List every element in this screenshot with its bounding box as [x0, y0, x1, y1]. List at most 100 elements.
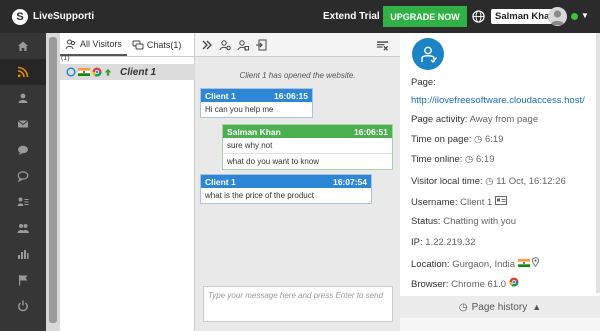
page-url-link[interactable]: http://ilovefreesoftware.cloudaccess.hos… [411, 95, 585, 106]
message-time: 16:06:15 [273, 90, 308, 101]
tab-all-visitors-label: All Visitors [80, 38, 122, 49]
sidebar-item-mail[interactable] [0, 111, 46, 137]
app-name: LiveSupporti [33, 11, 95, 22]
sidebar-item-group[interactable] [0, 215, 46, 241]
chat-icon [18, 145, 28, 155]
user-avatar[interactable] [548, 7, 567, 26]
id-card-icon[interactable] [494, 196, 507, 205]
avatar-icon [550, 10, 565, 25]
india-flag-icon [517, 259, 530, 267]
app-logo[interactable]: S LiveSupporti [12, 8, 95, 25]
username-row: Username: Client 1 [411, 196, 507, 208]
time-on-page-label: Time on page: [411, 134, 472, 145]
message-header: Salman Khan 16:06:51 [223, 125, 392, 138]
system-message: Client 1 has opened the website. [239, 71, 356, 80]
tab-chats[interactable]: Chats(1) [127, 33, 187, 56]
page-history-label: Page history [471, 301, 528, 313]
location-label: Location: [411, 259, 450, 270]
page-label: Page: [411, 77, 436, 88]
online-status-dot [571, 13, 578, 20]
globe-icon[interactable] [472, 10, 485, 23]
comment-icon [17, 171, 29, 182]
export-icon [255, 39, 266, 50]
sidebar-item-comment[interactable] [0, 163, 46, 189]
message-text: Hi can you help me [205, 105, 274, 114]
user-list-icon [17, 197, 29, 206]
message-sender: Salman Khan [227, 126, 281, 137]
username-label: Username: [411, 197, 458, 208]
chat-message: Client 1 16:06:15 Hi can you help me [200, 88, 313, 118]
bar-chart-icon [18, 250, 29, 259]
transfer-button[interactable] [200, 38, 213, 51]
sidebar-item-home[interactable] [0, 33, 46, 59]
sidebar-item-power[interactable] [0, 293, 46, 319]
sidebar-scrollbar-thumb[interactable] [49, 37, 57, 323]
export-button[interactable] [254, 38, 267, 51]
arrow-up-icon [104, 68, 112, 76]
browser-label: Browser: [411, 279, 449, 290]
upgrade-now-button[interactable]: UPGRADE NOW [383, 6, 467, 27]
extend-trial-link[interactable]: Extend Trial [323, 11, 380, 22]
visitor-avatar [412, 38, 444, 70]
sidebar-item-chat[interactable] [0, 137, 46, 163]
message-time: 16:07:54 [332, 176, 367, 187]
time-online-label: Time online: [411, 154, 463, 165]
time-on-page-row: Time on page: ◷ 6:19 [411, 134, 503, 145]
user-menu-caret-icon[interactable]: ▼ [581, 11, 589, 20]
local-time-label: Visitor local time: [411, 176, 483, 187]
visitor-info-panel: Page: http://ilovefreesoftware.cloudacce… [400, 33, 600, 331]
sidebar-scrollbar[interactable] [46, 33, 60, 331]
chats-icon [132, 40, 144, 49]
visitors-panel: All Visitors Chats(1) (1) Client 1 [60, 33, 195, 331]
sidebar-item-rss[interactable] [0, 59, 46, 85]
chat-toolbar [195, 33, 400, 57]
user-gear-icon [237, 39, 249, 50]
visitors-icon [65, 39, 76, 49]
username-value: Client 1 [460, 197, 493, 208]
chrome-icon [509, 277, 519, 287]
info-scrollbar[interactable] [596, 33, 600, 293]
flag-icon [19, 275, 28, 286]
page-activity-value: Away from page [469, 114, 539, 125]
message-text: sure why not [227, 141, 273, 150]
visitor-row[interactable]: Client 1 [60, 64, 195, 80]
time-online-row: Time online: ◷ 6:19 [411, 154, 494, 165]
chat-panel: Client 1 has opened the website. Client … [195, 33, 400, 331]
sidebar-item-user-list[interactable] [0, 189, 46, 215]
users-icon [18, 93, 28, 103]
top-bar: S LiveSupporti Extend Trial UPGRADE NOW … [0, 0, 600, 33]
invite-user-button[interactable] [218, 38, 231, 51]
logo-icon: S [12, 8, 28, 25]
chevron-up-icon: ▲ [532, 302, 542, 312]
visitor-tabs: All Visitors Chats(1) [60, 33, 194, 57]
home-icon [18, 41, 28, 51]
visitor-name: Client 1 [120, 66, 157, 78]
local-time-value: 11 Oct, 16:12:26 [496, 176, 566, 187]
message-sender: Client 1 [205, 176, 236, 187]
close-chat-button[interactable] [376, 39, 389, 52]
page-activity-label: Page activity: [411, 114, 468, 125]
map-pin-icon[interactable] [532, 257, 540, 268]
user-settings-button[interactable] [236, 38, 249, 51]
visitor-profile-icon [421, 46, 438, 63]
message-header: Client 1 16:07:54 [201, 175, 371, 188]
chat-message: Salman Khan 16:06:51 sure why not what d… [222, 124, 393, 170]
sidebar-item-flag[interactable] [0, 267, 46, 293]
page-history-toggle[interactable]: ◷ Page history ▲ [400, 296, 600, 318]
bottom-strip [400, 318, 600, 331]
page-url[interactable]: http://ilovefreesoftware.cloudaccess.hos… [411, 95, 585, 106]
message-input[interactable]: Type your message here and press Enter t… [203, 286, 393, 322]
tab-all-visitors[interactable]: All Visitors [60, 33, 127, 56]
mail-icon [17, 120, 29, 128]
user-add-icon [219, 39, 231, 50]
close-chat-icon [376, 40, 389, 51]
time-online-value: 6:19 [475, 154, 495, 165]
sidebar-item-reports[interactable] [0, 241, 46, 267]
status-row: Status: Chatting with you [411, 216, 516, 227]
page-activity-row: Page activity: Away from page [411, 114, 538, 125]
chrome-icon [92, 67, 102, 77]
message-header: Client 1 16:06:15 [201, 89, 312, 102]
browser-row: Browser: Chrome 61.0 [411, 277, 519, 290]
sidebar-item-users[interactable] [0, 85, 46, 111]
tab-chats-label: Chats(1) [146, 39, 182, 50]
